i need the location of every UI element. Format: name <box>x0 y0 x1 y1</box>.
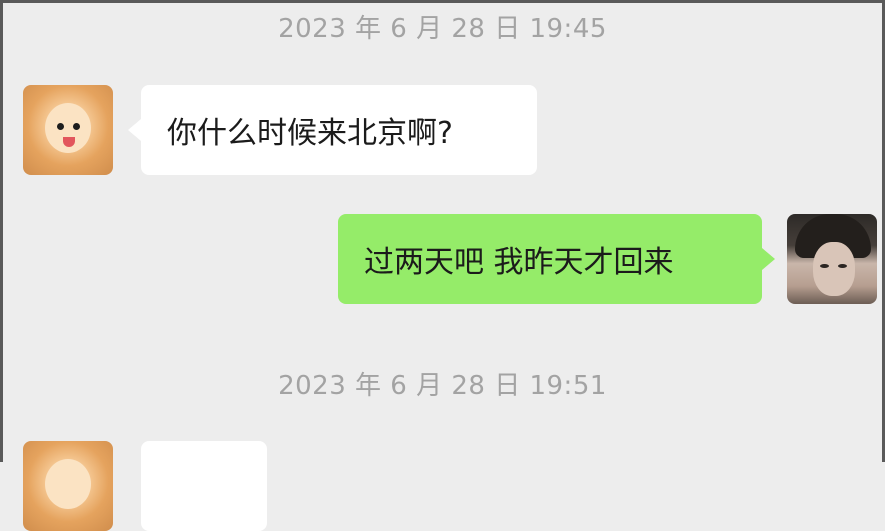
my-avatar[interactable] <box>787 214 877 304</box>
incoming-message-bubble[interactable] <box>141 441 267 531</box>
contact-avatar[interactable] <box>23 85 113 175</box>
message-timestamp: 2023 年 6 月 28 日 19:51 <box>278 371 607 401</box>
eye-graphic <box>838 264 847 268</box>
dog-face-graphic <box>45 459 91 509</box>
face-graphic <box>813 242 855 296</box>
bubble-tail-incoming <box>128 119 141 141</box>
message-text: 过两天吧 我昨天才回来 <box>364 245 674 280</box>
contact-avatar[interactable] <box>23 441 113 531</box>
dog-eye-graphic <box>73 123 80 130</box>
message-text: 你什么时候来北京啊? <box>167 116 453 151</box>
message-timestamp: 2023 年 6 月 28 日 19:45 <box>278 14 607 44</box>
dog-eye-graphic <box>57 123 64 130</box>
bubble-tail-outgoing <box>762 248 775 270</box>
outgoing-message-bubble[interactable]: 过两天吧 我昨天才回来 <box>338 214 762 304</box>
eye-graphic <box>820 264 829 268</box>
incoming-message-bubble[interactable]: 你什么时候来北京啊? <box>141 85 537 175</box>
